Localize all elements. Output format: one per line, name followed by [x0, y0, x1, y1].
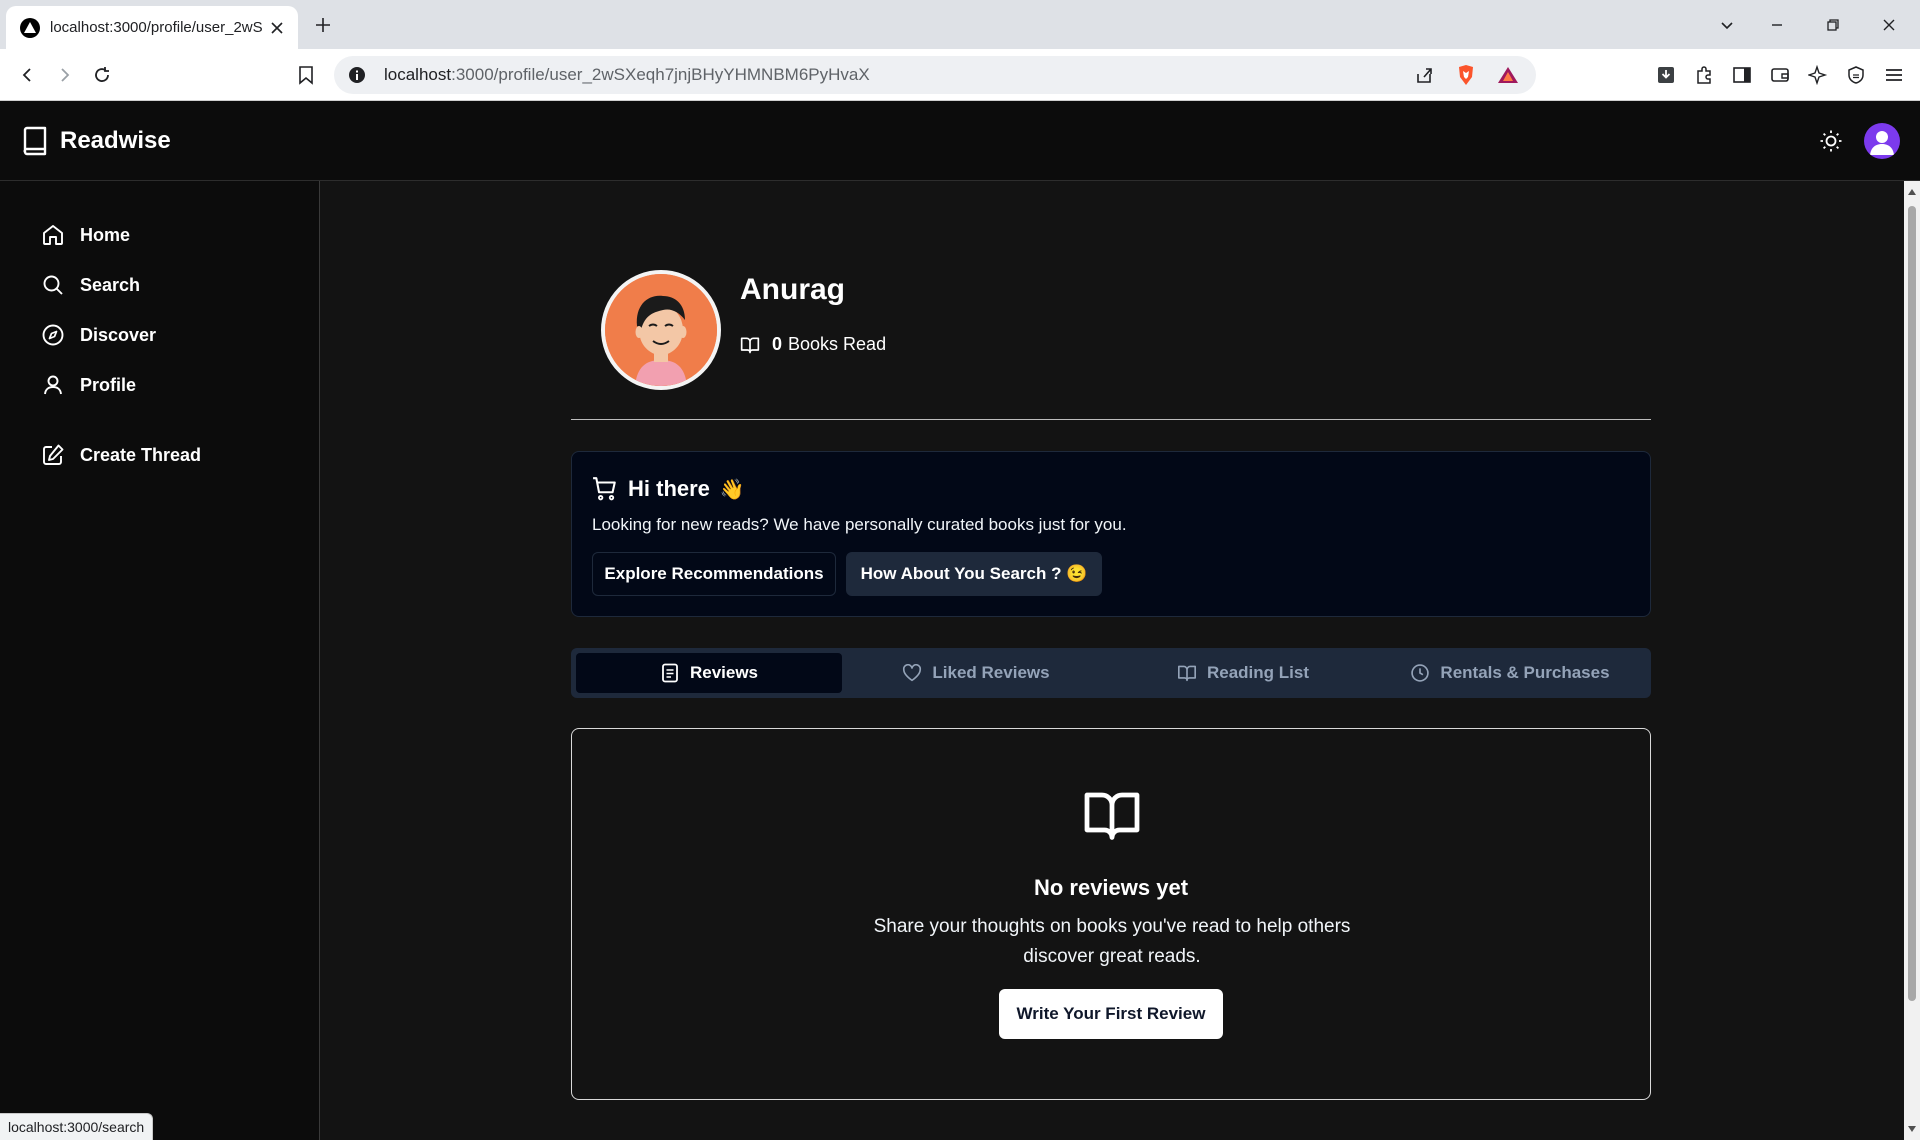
back-icon[interactable]	[14, 61, 42, 89]
browser-tab-strip: localhost:3000/profile/user_2wS	[0, 0, 1920, 49]
wallet-icon[interactable]	[1766, 61, 1794, 89]
search-icon	[40, 272, 66, 298]
clock-icon	[1410, 663, 1430, 683]
compass-icon	[40, 322, 66, 348]
write-first-review-button[interactable]: Write Your First Review	[999, 989, 1223, 1039]
scrollbar-thumb[interactable]	[1908, 206, 1916, 1001]
app-header: Readwise	[0, 101, 1920, 181]
tab-title: localhost:3000/profile/user_2wS	[50, 19, 263, 36]
document-icon	[660, 663, 680, 683]
brand-name: Readwise	[60, 127, 171, 154]
browser-toolbar: localhost:3000/profile/user_2wSXeqh7jnjB…	[0, 49, 1920, 101]
profile-divider	[571, 419, 1651, 420]
tab-search-chevron-down-icon[interactable]	[1712, 10, 1742, 40]
profile-avatar	[601, 270, 721, 390]
link-status-bar: localhost:3000/search	[0, 1113, 154, 1140]
sidebar-item-search[interactable]: Search	[40, 272, 140, 298]
address-bar[interactable]: localhost:3000/profile/user_2wSXeqh7jnjB…	[334, 56, 1536, 94]
tab-reading-list[interactable]: Reading List	[1110, 653, 1376, 693]
shopping-cart-icon	[593, 477, 616, 501]
scroll-up-arrow-icon[interactable]	[1907, 187, 1917, 197]
books-read-stat: 0 Books Read	[740, 334, 886, 355]
sidebar: Home Search Discover Profile Create Thre…	[0, 181, 320, 1140]
sidebar-item-label: Discover	[80, 324, 157, 345]
brave-shields-icon[interactable]	[1452, 61, 1480, 89]
explore-recommendations-button[interactable]: Explore Recommendations	[592, 552, 836, 596]
bookmark-icon[interactable]	[292, 61, 320, 89]
sidebar-item-create-thread[interactable]: Create Thread	[40, 442, 201, 468]
extensions-icon[interactable]	[1690, 61, 1718, 89]
user-avatar[interactable]	[1864, 123, 1900, 159]
vpn-icon[interactable]	[1842, 61, 1870, 89]
profile-name: Anurag	[740, 273, 845, 306]
close-tab-icon[interactable]	[266, 17, 288, 39]
sidebar-item-label: Home	[80, 224, 131, 245]
downloads-icon[interactable]	[1652, 61, 1680, 89]
sidebar-item-profile[interactable]: Profile	[40, 372, 136, 398]
reload-icon[interactable]	[88, 61, 116, 89]
site-info-icon[interactable]	[346, 64, 368, 86]
sidebar-item-discover[interactable]: Discover	[40, 322, 156, 348]
sidebar-item-label: Create Thread	[80, 444, 202, 465]
theme-toggle-sun-icon[interactable]	[1816, 126, 1846, 156]
greeting-title: Hi there 👋	[592, 476, 745, 502]
restore-icon[interactable]	[1818, 10, 1848, 40]
book-open-icon	[1084, 792, 1140, 840]
wave-emoji: 👋	[719, 478, 745, 501]
search-suggestion-button[interactable]: How About You Search ? 😉	[846, 552, 1102, 596]
leo-ai-icon[interactable]	[1804, 61, 1832, 89]
books-read-label: Books Read	[788, 334, 887, 354]
new-tab-icon[interactable]	[310, 12, 336, 38]
tab-liked-reviews[interactable]: Liked Reviews	[843, 653, 1109, 693]
profile-tabs: Reviews Liked Reviews Reading List Renta…	[571, 648, 1651, 698]
greeting-message: Looking for new reads? We have personall…	[592, 515, 1127, 534]
sidebar-item-label: Profile	[80, 374, 137, 395]
sidebar-item-home[interactable]: Home	[40, 222, 130, 248]
book-logo-icon	[23, 126, 47, 156]
user-icon	[40, 372, 66, 398]
menu-icon[interactable]	[1880, 61, 1908, 89]
brave-rewards-icon[interactable]	[1494, 61, 1522, 89]
empty-reviews-card: No reviews yet Share your thoughts on bo…	[571, 728, 1651, 1100]
empty-state-message: Share your thoughts on books you've read…	[873, 916, 1351, 967]
edit-icon	[40, 442, 66, 468]
home-icon	[40, 222, 66, 248]
sidebar-item-label: Search	[80, 274, 141, 295]
brand-logo[interactable]: Readwise	[22, 126, 171, 156]
url-text[interactable]: localhost:3000/profile/user_2wSXeqh7jnjB…	[384, 65, 1410, 85]
browser-tab[interactable]: localhost:3000/profile/user_2wS	[6, 6, 298, 49]
forward-icon[interactable]	[50, 61, 78, 89]
book-open-icon	[1177, 663, 1197, 683]
site-favicon-icon	[20, 17, 40, 38]
tab-reviews[interactable]: Reviews	[576, 653, 842, 693]
books-read-count: 0	[772, 334, 783, 354]
tab-rentals-purchases[interactable]: Rentals & Purchases	[1377, 653, 1643, 693]
heart-icon	[902, 663, 922, 683]
empty-state-title: No reviews yet	[1033, 875, 1189, 900]
scroll-down-arrow-icon[interactable]	[1907, 1124, 1917, 1134]
sidebar-toggle-icon[interactable]	[1728, 61, 1756, 89]
greeting-card: Hi there 👋 Looking for new reads? We hav…	[571, 451, 1651, 617]
book-open-icon	[740, 337, 760, 353]
minimize-icon[interactable]	[1762, 10, 1792, 40]
close-window-icon[interactable]	[1874, 10, 1904, 40]
page-scrollbar[interactable]	[1904, 181, 1920, 1140]
share-icon[interactable]	[1410, 61, 1438, 89]
